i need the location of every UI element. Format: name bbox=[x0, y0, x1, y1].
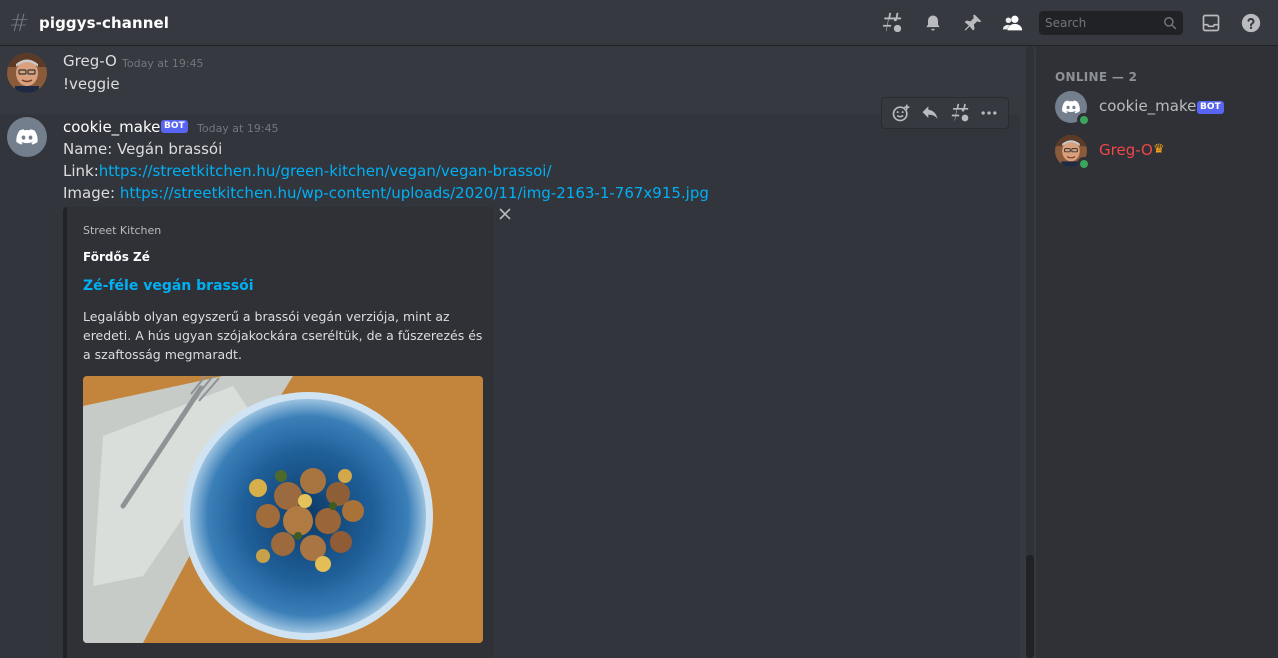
member-list-icon[interactable] bbox=[1001, 11, 1025, 35]
embed-title[interactable]: Zé-féle vegán brassói bbox=[83, 278, 254, 294]
recipe-image-link[interactable]: https://streetkitchen.hu/wp-content/uplo… bbox=[120, 184, 709, 202]
channel-title: piggys-channel bbox=[39, 13, 170, 32]
message-author[interactable]: Greg-O bbox=[63, 52, 117, 70]
bot-badge: BOT bbox=[1197, 101, 1224, 114]
message-greg-o: Greg-O Today at 19:45 !veggie bbox=[0, 46, 1020, 108]
recipe-link-label: Link: bbox=[63, 162, 99, 180]
member-name: cookie_maker bbox=[1099, 97, 1203, 115]
inbox-icon[interactable] bbox=[1199, 11, 1223, 35]
embed-image[interactable] bbox=[83, 376, 483, 643]
avatar[interactable] bbox=[7, 117, 47, 157]
pin-icon[interactable] bbox=[961, 11, 985, 35]
close-embed-icon[interactable] bbox=[497, 206, 513, 222]
search-icon bbox=[1163, 15, 1177, 34]
message-actions-toolbar bbox=[881, 97, 1009, 129]
link-embed: Street Kitchen Fördős Zé Zé-féle vegán b… bbox=[63, 207, 494, 658]
member-list: ONLINE — 2 cookie_maker BOT Greg-O ♛ bbox=[1036, 46, 1278, 658]
recipe-image-label: Image: bbox=[63, 184, 120, 202]
online-status-indicator bbox=[1077, 113, 1091, 127]
embed-provider[interactable]: Street Kitchen bbox=[83, 224, 161, 237]
online-heading: ONLINE — 2 bbox=[1055, 70, 1138, 84]
discord-logo-icon bbox=[16, 129, 38, 145]
message-timestamp: Today at 19:45 bbox=[122, 57, 204, 70]
header-toolbar: Search bbox=[880, 0, 1278, 46]
embed-description: Legalább olyan egyszerű a brassói vegán … bbox=[83, 309, 483, 362]
threads-icon[interactable] bbox=[880, 11, 904, 35]
recipe-image-line: Image: https://streetkitchen.hu/wp-conte… bbox=[63, 184, 709, 202]
text-channel-icon: # bbox=[9, 8, 30, 37]
online-status-indicator bbox=[1077, 157, 1091, 171]
avatar[interactable] bbox=[7, 53, 47, 93]
reply-icon[interactable] bbox=[918, 101, 942, 125]
message-author[interactable]: cookie_maker bbox=[63, 118, 167, 136]
recipe-link-line: Link:https://streetkitchen.hu/green-kitc… bbox=[63, 162, 552, 180]
message-content: !veggie bbox=[63, 75, 120, 93]
more-options-icon[interactable] bbox=[977, 101, 1001, 125]
add-reaction-icon[interactable] bbox=[889, 101, 913, 125]
search-placeholder: Search bbox=[1045, 16, 1087, 30]
scrollbar-thumb[interactable] bbox=[1026, 555, 1034, 658]
notification-bell-icon[interactable] bbox=[921, 11, 945, 35]
message-timestamp: Today at 19:45 bbox=[197, 122, 279, 135]
embed-author: Fördős Zé bbox=[83, 250, 150, 264]
owner-crown-icon: ♛ bbox=[1153, 142, 1165, 157]
recipe-link[interactable]: https://streetkitchen.hu/green-kitchen/v… bbox=[99, 162, 552, 180]
recipe-name-value: Vegán brassói bbox=[117, 140, 223, 158]
member-item-cookie-maker[interactable]: cookie_maker BOT bbox=[1036, 86, 1278, 128]
search-input[interactable]: Search bbox=[1039, 11, 1183, 35]
discord-logo-icon bbox=[1062, 100, 1080, 114]
channel-header: # piggys-channel Search bbox=[0, 0, 1278, 46]
recipe-name-line: Name: Vegán brassói bbox=[63, 140, 222, 158]
member-name: Greg-O bbox=[1099, 141, 1153, 159]
help-icon[interactable] bbox=[1239, 11, 1263, 35]
member-item-greg-o[interactable]: Greg-O ♛ bbox=[1036, 130, 1278, 172]
bot-badge: BOT bbox=[161, 120, 188, 133]
recipe-name-label: Name: bbox=[63, 140, 118, 158]
discord-app: # piggys-channel Search Greg-O Today at … bbox=[0, 0, 1278, 658]
create-thread-icon[interactable] bbox=[948, 101, 972, 125]
